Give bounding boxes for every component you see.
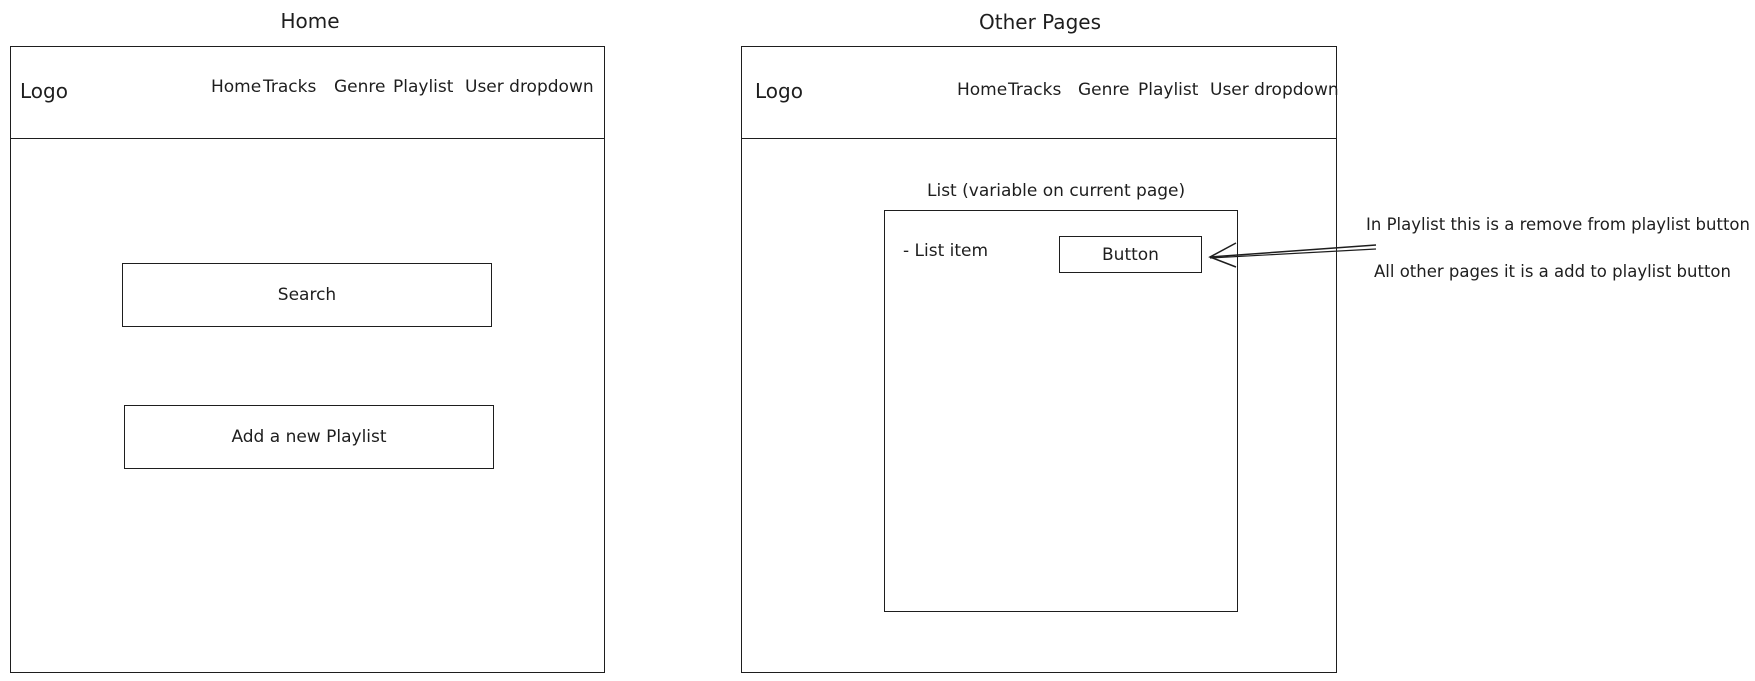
arrow-shaft — [1209, 244, 1377, 258]
annotation-arrow — [1208, 242, 1377, 268]
